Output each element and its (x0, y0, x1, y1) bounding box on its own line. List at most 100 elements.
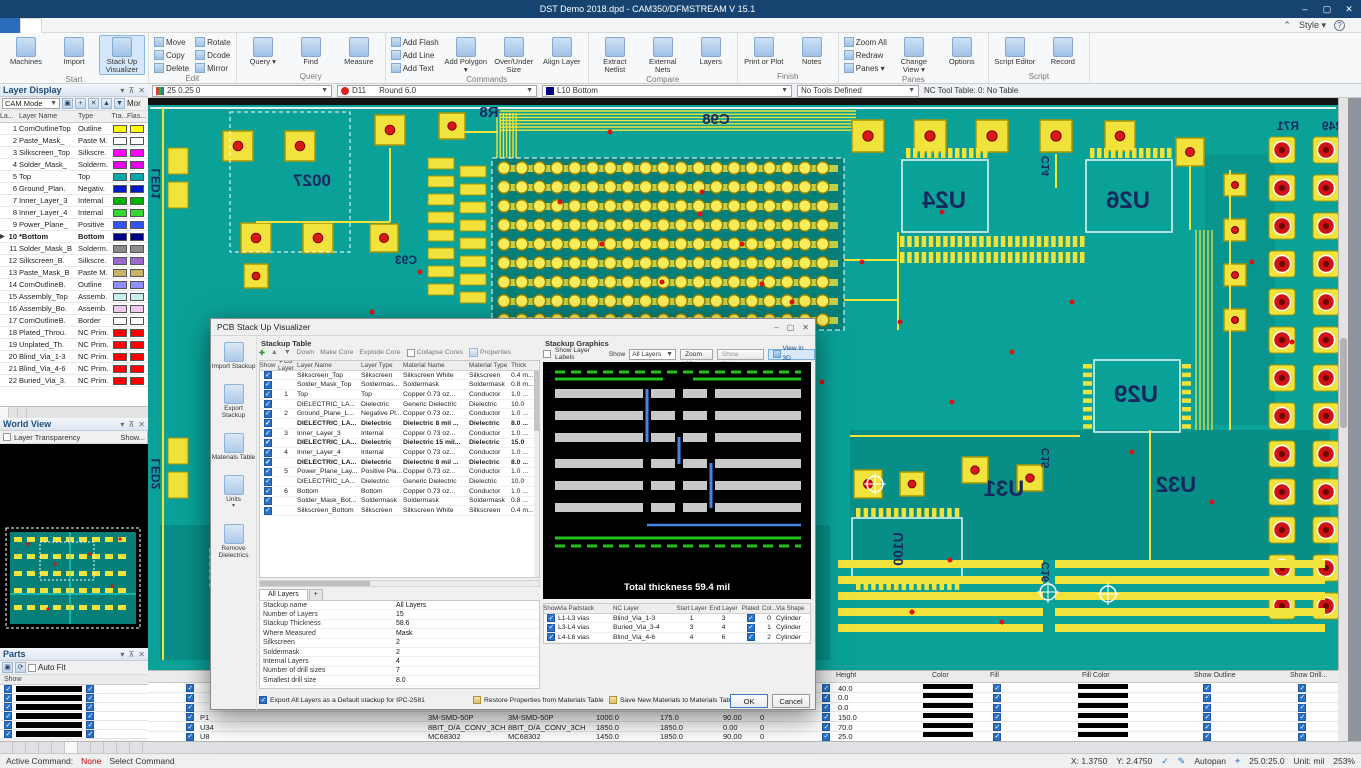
scrollbar-thumb[interactable] (1340, 338, 1347, 428)
layer-flash-swatch[interactable] (130, 257, 144, 265)
row-outline-checkbox[interactable] (1203, 733, 1211, 741)
stackup-row[interactable]: 4 Inner_Layer_4 Internal Copper 0.73 oz.… (260, 448, 539, 458)
ribbon-button-change-view[interactable]: Change View ▾ (891, 35, 937, 75)
row-height-checkbox[interactable] (822, 704, 830, 712)
row-show-checkbox[interactable] (186, 733, 194, 741)
ribbon-button-find[interactable]: Find (288, 35, 334, 72)
grid-setting[interactable]: 25.0:25.0 (1249, 756, 1284, 766)
target-icon[interactable]: ⌖ (1235, 756, 1240, 767)
layer-color-swatch[interactable] (113, 365, 127, 373)
layer-color-swatch[interactable] (113, 269, 127, 277)
part-fill-checkbox[interactable] (86, 712, 94, 720)
properties-button[interactable]: Properties (469, 348, 511, 357)
make-core-button[interactable]: Make Core (320, 349, 353, 356)
view-in-3d-button[interactable]: View in 3D (768, 349, 815, 360)
ribbon-button-query[interactable]: Query ▾ (240, 35, 286, 72)
add-layer-icon[interactable]: + (75, 98, 86, 109)
layer-row[interactable]: 14 ComOutlineB. Outline (0, 279, 148, 291)
layer-show-checkbox[interactable] (264, 497, 272, 505)
ribbon-button-redraw[interactable]: Redraw (842, 49, 889, 61)
ribbon-button-external-nets[interactable]: External Nets (640, 35, 686, 75)
collapse-cores-checkbox[interactable]: Collapse Cores (407, 349, 463, 357)
layer-row[interactable]: 4 Solder_Mask_ Solderm. (0, 159, 148, 171)
part-color-swatch[interactable] (16, 731, 82, 737)
row-drill-checkbox[interactable] (1298, 713, 1306, 721)
layer-row[interactable]: 13 Paste_Mask_B Paste M. (0, 267, 148, 279)
ribbon-button-record[interactable]: Record (1040, 35, 1086, 72)
ribbon-button-add-line[interactable]: Add Line (389, 49, 441, 61)
layer-row[interactable]: 19 Unplated_Th. NC Prim. (0, 339, 148, 351)
row-fill-checkbox[interactable] (993, 684, 1001, 692)
parts-filter-icon[interactable]: ▣ (2, 662, 13, 673)
layer-flash-swatch[interactable] (130, 305, 144, 313)
part-color-swatch[interactable] (16, 722, 82, 728)
via-show-checkbox[interactable] (547, 614, 555, 622)
property-row[interactable]: Soldermask 2 (260, 648, 539, 657)
dialog-minimize-button[interactable]: – (774, 323, 778, 332)
part-color-swatch[interactable] (16, 704, 82, 710)
parts-left-row[interactable] (0, 730, 148, 739)
panel-close-icon[interactable]: ✕ (138, 420, 145, 429)
stackup-row[interactable]: DIELECTRIC_LA... Dielectric Generic Diel… (260, 477, 539, 487)
layer-flash-swatch[interactable] (130, 221, 144, 229)
dialog-rail-button[interactable]: Export Stackup▾ (212, 384, 256, 419)
layer-row[interactable]: 5 Top Top (0, 171, 148, 183)
layer-color-swatch[interactable] (113, 197, 127, 205)
row-color-swatch[interactable] (923, 713, 973, 718)
layer-color-swatch[interactable] (113, 377, 127, 385)
via-row[interactable]: L1-L3 vias Blind_Via_1-3 1 3 0 Cylinder (544, 614, 810, 624)
parts-left-row[interactable] (0, 685, 148, 694)
row-fill-checkbox[interactable] (993, 733, 1001, 741)
zoom-all-button[interactable]: Zoom All (680, 349, 713, 360)
ribbon-button-over-under-size[interactable]: Over/Under Size (491, 35, 537, 75)
dialog-maximize-button[interactable]: ▢ (787, 323, 795, 332)
ribbon-tab[interactable] (102, 18, 122, 33)
ribbon-button-script-editor[interactable]: Script Editor (992, 35, 1038, 72)
ribbon-tab[interactable] (142, 18, 162, 33)
layer-color-swatch[interactable] (113, 185, 127, 193)
show-stackup-button[interactable]: Show Stackup (717, 349, 764, 360)
ribbon-tab[interactable] (82, 18, 102, 33)
selection-filter-strip[interactable]: Selection Filter (1348, 18, 1361, 753)
dock-tab[interactable] (13, 742, 26, 753)
close-button[interactable]: ✕ (1339, 2, 1359, 16)
layer-show-checkbox[interactable] (264, 419, 272, 427)
layer-show-checkbox[interactable] (264, 429, 272, 437)
ribbon-tab[interactable] (62, 18, 82, 33)
ribbon-button-options[interactable]: Options (939, 35, 985, 75)
ribbon-button-print-or-plot[interactable]: Print or Plot (741, 35, 787, 72)
panel-pin-icon[interactable]: ⊼ (128, 420, 134, 429)
layers-filter-dropdown[interactable]: All Layers▼ (629, 349, 676, 360)
layer-flash-swatch[interactable] (130, 125, 144, 133)
ribbon-button-zoom-all[interactable]: Zoom All (842, 36, 889, 48)
layer-row[interactable]: 12 Silkscreen_B. Silkscre. (0, 255, 148, 267)
layer-row[interactable]: 6 Ground_Plan. Negativ. (0, 183, 148, 195)
panel-menu-icon[interactable]: ▾ (120, 86, 124, 95)
layer-color-swatch[interactable] (113, 317, 127, 325)
row-fill-color-swatch[interactable] (1078, 723, 1128, 728)
property-row[interactable]: Number of drill sizes 7 (260, 667, 539, 676)
property-row[interactable]: Number of Layers 15 (260, 610, 539, 619)
layer-show-checkbox[interactable] (264, 458, 272, 466)
row-fill-color-swatch[interactable] (1078, 713, 1128, 718)
layer-flash-swatch[interactable] (130, 365, 144, 373)
add-stackup-tab[interactable]: + (309, 589, 323, 600)
panel-menu-icon[interactable]: ▾ (120, 650, 124, 659)
layer-flash-swatch[interactable] (130, 137, 144, 145)
layer-flash-swatch[interactable] (130, 353, 144, 361)
part-fill-checkbox[interactable] (86, 703, 94, 711)
panel-close-icon[interactable]: ✕ (138, 86, 145, 95)
part-fill-checkbox[interactable] (86, 694, 94, 702)
ribbon-button-add-text[interactable]: Add Text (389, 62, 441, 74)
collapse-ribbon-icon[interactable]: ⌃ (1283, 20, 1291, 31)
ribbon-tab[interactable] (20, 18, 42, 33)
zoom-level[interactable]: 253% (1333, 756, 1355, 766)
row-drill-checkbox[interactable] (1298, 723, 1306, 731)
row-height-checkbox[interactable] (822, 733, 830, 741)
row-fill-color-swatch[interactable] (1078, 732, 1128, 737)
row-color-swatch[interactable] (923, 723, 973, 728)
via-plated-checkbox[interactable] (747, 633, 755, 641)
part-color-swatch[interactable] (16, 686, 82, 692)
dialog-close-button[interactable]: ✕ (802, 323, 809, 332)
layer-dropdown[interactable]: L10 Bottom▼ (542, 85, 792, 97)
